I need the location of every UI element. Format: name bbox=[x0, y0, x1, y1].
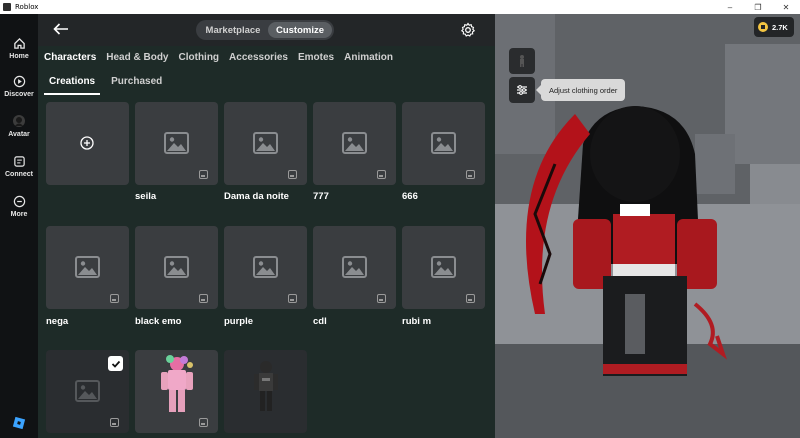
left-nav: Home Discover Avatar Connect More bbox=[0, 14, 38, 438]
avatar-silhouette-icon bbox=[520, 55, 524, 67]
home-icon bbox=[12, 36, 26, 50]
close-button[interactable]: ✕ bbox=[772, 0, 800, 14]
image-placeholder-icon bbox=[253, 256, 278, 278]
nav-item-avatar[interactable]: Avatar bbox=[0, 114, 38, 138]
character-card[interactable] bbox=[224, 102, 307, 185]
roblox-app-icon bbox=[3, 3, 11, 11]
outfit-badge-icon bbox=[466, 170, 475, 179]
tab-clothing[interactable]: Clothing bbox=[179, 52, 220, 63]
more-icon bbox=[12, 194, 26, 208]
category-tabs: Characters Head & Body Clothing Accessor… bbox=[44, 52, 403, 63]
tab-accessories[interactable]: Accessories bbox=[229, 52, 288, 63]
subtab-creations[interactable]: Creations bbox=[44, 70, 101, 95]
dark-avatar-thumbnail bbox=[254, 361, 278, 411]
character-card[interactable] bbox=[135, 102, 218, 185]
character-name: black emo bbox=[135, 316, 182, 327]
discover-icon bbox=[12, 74, 26, 88]
outfit-badge-icon bbox=[288, 170, 297, 179]
roblox-logo-icon[interactable] bbox=[12, 416, 26, 430]
outfit-badge-icon bbox=[199, 418, 208, 427]
tab-emotes[interactable]: Emotes bbox=[298, 52, 334, 63]
subcategory-tabs: Creations Purchased bbox=[44, 70, 173, 95]
outfit-badge-icon bbox=[110, 418, 119, 427]
nav-label-connect: Connect bbox=[5, 171, 33, 178]
character-name: 666 bbox=[402, 191, 418, 202]
image-placeholder-icon bbox=[253, 132, 278, 154]
image-placeholder-icon bbox=[75, 256, 100, 278]
tab-characters[interactable]: Characters bbox=[44, 52, 96, 63]
avatar-pose-button[interactable] bbox=[509, 48, 535, 74]
image-placeholder-icon bbox=[164, 132, 189, 154]
nav-item-connect[interactable]: Connect bbox=[0, 154, 38, 178]
marketplace-customize-toggle: Marketplace Customize bbox=[196, 20, 334, 40]
nav-label-more: More bbox=[10, 211, 28, 218]
image-placeholder-icon bbox=[342, 256, 367, 278]
character-card[interactable] bbox=[224, 350, 307, 433]
avatar-preview-scene[interactable]: 2.7K bbox=[495, 14, 800, 438]
robux-amount: 2.7K bbox=[772, 22, 788, 32]
create-character-card[interactable] bbox=[46, 102, 129, 185]
maximize-button[interactable]: ❐ bbox=[744, 0, 772, 14]
back-arrow-icon[interactable] bbox=[52, 22, 72, 38]
outfit-badge-icon bbox=[110, 294, 119, 303]
character-name: 777 bbox=[313, 191, 329, 202]
nav-item-more[interactable]: More bbox=[0, 194, 38, 218]
outfit-badge-icon bbox=[377, 170, 386, 179]
image-placeholder-icon bbox=[164, 256, 189, 278]
add-circle-icon bbox=[80, 136, 94, 150]
selected-checkbox[interactable] bbox=[108, 356, 123, 371]
minimize-button[interactable]: – bbox=[716, 0, 744, 14]
window-controls: – ❐ ✕ bbox=[716, 0, 800, 14]
clothing-order-tooltip: Adjust clothing order bbox=[535, 79, 626, 101]
nav-item-discover[interactable]: Discover bbox=[0, 74, 38, 98]
subtab-purchased[interactable]: Purchased bbox=[106, 70, 167, 95]
image-placeholder-icon bbox=[342, 132, 367, 154]
image-placeholder-icon bbox=[431, 132, 456, 154]
settings-gear-icon[interactable] bbox=[460, 22, 476, 38]
outfit-badge-icon bbox=[466, 294, 475, 303]
tab-head-body[interactable]: Head & Body bbox=[106, 52, 168, 63]
nav-label-home: Home bbox=[9, 53, 29, 60]
robux-icon bbox=[758, 22, 768, 32]
outfit-badge-icon bbox=[377, 294, 386, 303]
robux-balance[interactable]: 2.7K bbox=[754, 17, 794, 37]
checkmark-icon bbox=[111, 360, 120, 368]
image-placeholder-icon bbox=[431, 256, 456, 278]
character-name: cdl bbox=[313, 316, 327, 327]
character-name: Dama da noite bbox=[224, 191, 289, 202]
avatar-editor-panel: Marketplace Customize Characters Head & … bbox=[38, 14, 495, 438]
character-card[interactable] bbox=[135, 226, 218, 309]
outfit-badge-icon bbox=[199, 170, 208, 179]
character-card[interactable] bbox=[313, 226, 396, 309]
outfit-badge-icon bbox=[288, 294, 297, 303]
panel-topbar: Marketplace Customize bbox=[38, 14, 495, 46]
marketplace-option[interactable]: Marketplace bbox=[198, 22, 268, 38]
character-card[interactable] bbox=[224, 226, 307, 309]
adjust-clothing-order-button[interactable] bbox=[509, 77, 535, 103]
character-card[interactable] bbox=[402, 102, 485, 185]
connect-icon bbox=[12, 154, 26, 168]
image-placeholder-icon bbox=[75, 380, 100, 402]
sliders-icon bbox=[517, 85, 527, 95]
character-name: purple bbox=[224, 316, 254, 327]
avatar-3d-view bbox=[495, 14, 800, 438]
character-card[interactable] bbox=[313, 102, 396, 185]
character-name: seila bbox=[135, 191, 157, 202]
nav-label-avatar: Avatar bbox=[8, 131, 30, 138]
character-card[interactable] bbox=[46, 226, 129, 309]
character-name: nega bbox=[46, 316, 69, 327]
nav-item-home[interactable]: Home bbox=[0, 36, 38, 60]
nav-label-discover: Discover bbox=[4, 91, 34, 98]
tab-animation[interactable]: Animation bbox=[344, 52, 393, 63]
panel-content: Characters Head & Body Clothing Accessor… bbox=[38, 46, 495, 438]
window-title: Roblox bbox=[15, 3, 39, 11]
character-card-selected[interactable] bbox=[46, 350, 129, 433]
character-card[interactable] bbox=[135, 350, 218, 433]
outfit-badge-icon bbox=[199, 294, 208, 303]
customize-option[interactable]: Customize bbox=[268, 22, 332, 38]
character-card[interactable] bbox=[402, 226, 485, 309]
character-name: rubi m bbox=[402, 316, 432, 327]
window-titlebar: Roblox – ❐ ✕ bbox=[0, 0, 800, 14]
avatar-icon bbox=[12, 114, 26, 128]
